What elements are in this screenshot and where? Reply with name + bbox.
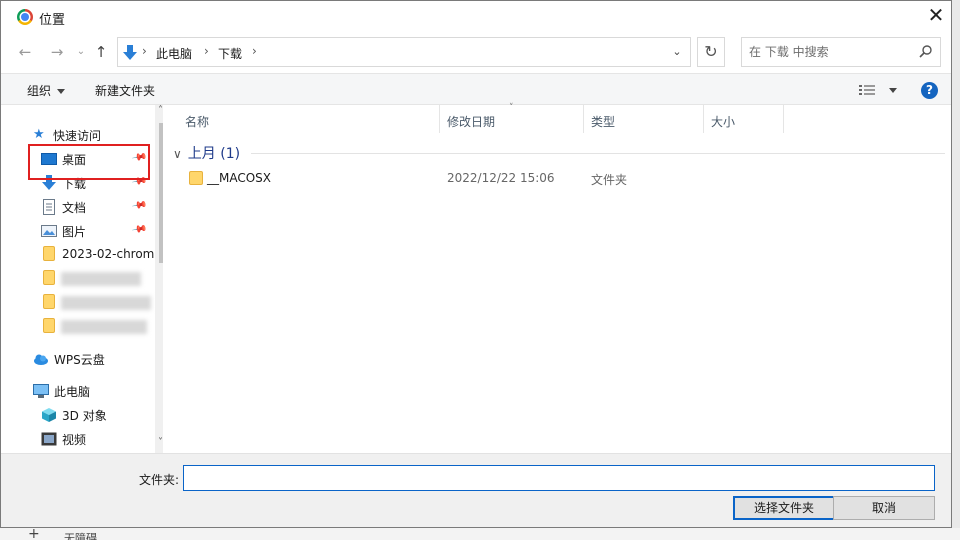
column-header-size[interactable]: 大小: [711, 113, 735, 130]
star-icon: ★: [33, 127, 45, 142]
sidebar-item-label: 文档: [62, 201, 87, 215]
chrome-icon: [17, 9, 33, 25]
folder-icon: [43, 270, 55, 285]
breadcrumb-separator[interactable]: ›: [204, 44, 209, 58]
search-box: [741, 37, 941, 67]
close-button[interactable]: ✕: [921, 3, 951, 29]
recent-locations-dropdown[interactable]: ⌄: [71, 41, 91, 63]
folder-icon: [43, 318, 55, 333]
annotation-highlight-box: [28, 144, 150, 180]
select-folder-button[interactable]: 选择文件夹: [733, 496, 835, 520]
background-text: 无障碍: [64, 532, 97, 540]
sidebar-item-this-pc[interactable]: 此电脑: [9, 380, 149, 402]
view-options-icon[interactable]: [859, 84, 875, 96]
file-list: 名称 ˅ 修改日期 类型 大小 ∨ 上月 (1) __MACOSX 2022/12…: [165, 103, 951, 453]
command-bar: 组织 新建文件夹 ?: [1, 73, 951, 105]
download-location-icon: [123, 45, 137, 60]
3d-objects-icon: [42, 408, 56, 422]
folder-picker-dialog: 位置 ✕ ← → ⌄ ↑ › 此电脑 › 下载 › ⌄ ↻ 组织 新建文件夹: [0, 0, 952, 528]
sidebar-item-quick-access[interactable]: ★ 快速访问: [9, 124, 149, 146]
sidebar-item-label: 3D 对象: [62, 409, 107, 423]
document-icon: [43, 199, 55, 215]
folder-icon: [43, 294, 55, 309]
sidebar-item-3d-objects[interactable]: 3D 对象: [9, 404, 149, 426]
new-folder-button[interactable]: 新建文件夹: [95, 82, 155, 99]
sidebar-item-redacted[interactable]: [9, 268, 149, 290]
sidebar-item-redacted[interactable]: [9, 292, 151, 314]
title-bar: 位置 ✕: [1, 1, 951, 31]
group-header[interactable]: ∨ 上月 (1): [173, 143, 240, 163]
breadcrumb-downloads[interactable]: 下载: [218, 45, 242, 62]
view-dropdown-button[interactable]: [889, 88, 897, 93]
group-label: 上月 (1): [187, 146, 241, 162]
redacted-label: [61, 296, 151, 310]
sidebar-item-videos[interactable]: 视频: [9, 428, 149, 450]
scroll-thumb[interactable]: [159, 123, 163, 263]
address-dropdown-button[interactable]: ⌄: [667, 42, 687, 62]
window-title: 位置: [39, 13, 66, 28]
help-button[interactable]: ?: [921, 82, 938, 99]
folder-icon: [43, 246, 55, 261]
scroll-up-arrow[interactable]: ˄: [158, 105, 163, 116]
video-icon: [41, 432, 57, 446]
sidebar-item-label: 2023-02-chrom: [62, 247, 155, 261]
column-header-type[interactable]: 类型: [591, 113, 615, 130]
group-divider: [251, 153, 945, 154]
sidebar-item-label: WPS云盘: [54, 353, 105, 367]
organize-button[interactable]: 组织: [27, 82, 66, 99]
sidebar-item-documents[interactable]: 文档 📌: [9, 196, 149, 218]
background-plus: +: [28, 526, 40, 540]
sidebar-item-label: 此电脑: [54, 385, 91, 399]
caret-down-icon: [57, 89, 66, 94]
column-divider[interactable]: [703, 105, 704, 133]
file-name: __MACOSX: [207, 171, 272, 185]
breadcrumb-separator[interactable]: ›: [252, 44, 257, 58]
search-input[interactable]: [743, 39, 913, 65]
pin-icon: 📌: [130, 197, 148, 214]
file-row[interactable]: __MACOSX 2022/12/22 15:06 文件夹: [181, 167, 941, 189]
column-divider[interactable]: [439, 105, 440, 133]
redacted-label: [61, 272, 141, 286]
scroll-down-arrow[interactable]: ˅: [158, 437, 163, 448]
sidebar-item-wps-cloud[interactable]: WPS云盘: [9, 348, 149, 370]
up-button[interactable]: ↑: [91, 41, 111, 63]
sort-indicator-icon: ˅: [509, 103, 514, 113]
footer-bar: 文件夹: 选择文件夹 取消: [1, 453, 951, 527]
sidebar-item-folder[interactable]: 2023-02-chrom: [9, 244, 154, 266]
breadcrumb-this-pc[interactable]: 此电脑: [156, 45, 192, 62]
sidebar-item-label: 图片: [62, 225, 87, 239]
file-date: 2022/12/22 15:06: [447, 171, 555, 185]
column-header-name[interactable]: 名称: [185, 113, 209, 130]
sidebar-item-label: 视频: [62, 433, 87, 447]
sidebar-item-label: 快速访问: [53, 129, 102, 143]
sidebar-item-pictures[interactable]: 图片 📌: [9, 220, 149, 242]
forward-button[interactable]: →: [47, 41, 67, 63]
address-bar[interactable]: › 此电脑 › 下载 ›: [117, 37, 691, 67]
folder-icon: [189, 171, 203, 185]
folder-input[interactable]: [183, 465, 935, 491]
background-window-fragment: + 无障碍: [0, 526, 960, 540]
cloud-icon: [34, 354, 48, 365]
search-icon[interactable]: [918, 44, 934, 60]
organize-label: 组织: [27, 84, 52, 98]
computer-icon: [33, 384, 49, 398]
chevron-down-icon: ∨: [173, 147, 182, 161]
column-divider[interactable]: [583, 105, 584, 133]
pictures-icon: [41, 225, 57, 237]
pin-icon: 📌: [130, 221, 148, 238]
refresh-button[interactable]: ↻: [697, 37, 725, 67]
cancel-button[interactable]: 取消: [833, 496, 935, 520]
file-type: 文件夹: [591, 173, 628, 187]
column-header-date[interactable]: 修改日期: [447, 113, 495, 130]
back-button[interactable]: ←: [15, 41, 35, 63]
breadcrumb-separator[interactable]: ›: [142, 44, 147, 58]
folder-field-label: 文件夹:: [139, 473, 180, 487]
redacted-label: [61, 320, 147, 334]
column-divider[interactable]: [783, 105, 784, 133]
sidebar-item-redacted[interactable]: [9, 316, 149, 338]
